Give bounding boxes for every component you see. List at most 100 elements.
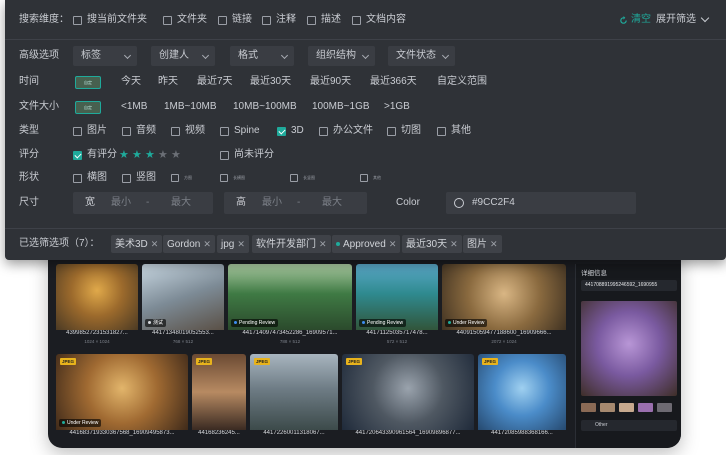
time-option[interactable]: 最近30天 (250, 72, 291, 92)
close-icon[interactable]: ✕ (203, 239, 211, 249)
file-status-dropdown[interactable]: 文件状态 (388, 46, 455, 66)
color-swatch[interactable] (619, 403, 634, 412)
type-image-checkbox[interactable]: 图片 (73, 124, 107, 138)
format-badge: JPEG (254, 358, 271, 365)
filter-chip[interactable]: 最近30天 ✕ (402, 235, 462, 253)
thumbnail-card[interactable]: 测试 44171348019052553... 768 × 512 (142, 264, 224, 346)
scope-doc-content-checkbox[interactable]: 文档内容 (352, 13, 406, 27)
shape-landscape-checkbox[interactable]: 横图 (73, 171, 107, 185)
size-option[interactable]: <1MB (121, 97, 147, 117)
thumbnail-card[interactable]: JPEG 44168236245... (192, 354, 246, 446)
unrated-checkbox[interactable]: 尚未评分 (220, 148, 274, 162)
filter-chip[interactable]: 图片 ✕ (463, 235, 502, 253)
file-name: 44172085988368166... (491, 430, 553, 436)
time-option[interactable]: 昨天 (158, 72, 178, 92)
checkbox-box (387, 126, 396, 136)
star-icon[interactable]: ★ (132, 148, 142, 162)
status-badge: Under Review (445, 319, 488, 327)
format-dropdown[interactable]: 格式 (230, 46, 294, 66)
width-max-input[interactable]: 最大 (171, 192, 191, 214)
thumbnail-card[interactable]: 43998527231531827... 1024 × 1024 (56, 264, 138, 346)
range-separator: - (297, 197, 301, 208)
clear-button[interactable]: 清空 (619, 13, 651, 27)
color-swatch[interactable] (600, 403, 615, 412)
height-max-input[interactable]: 最大 (322, 192, 342, 214)
width-range-input[interactable]: 宽 最小 - 最大 (73, 192, 213, 214)
scope-link-checkbox[interactable]: 链接 (218, 13, 252, 27)
filter-chip[interactable]: Gordon ✕ (163, 235, 215, 253)
time-option[interactable]: 自定义范围 (437, 72, 487, 92)
type-slice-checkbox[interactable]: 切图 (387, 124, 421, 138)
organization-dropdown[interactable]: 组织结构 (308, 46, 375, 66)
close-icon[interactable]: ✕ (490, 239, 498, 249)
checkbox-box (262, 15, 271, 25)
category-select[interactable]: Other (581, 420, 677, 431)
star-rating[interactable]: ★ ★ ★ ★ ★ (119, 148, 189, 162)
thumbnail-card[interactable]: Under Review 440915059477188600_16909666… (442, 264, 566, 346)
width-min-input[interactable]: 最小 (111, 192, 131, 214)
shape-other-checkbox[interactable]: 其他 (360, 171, 381, 185)
filter-chip[interactable]: jpg ✕ (217, 235, 249, 253)
scope-description-checkbox[interactable]: 描述 (307, 13, 341, 27)
thumbnail-card[interactable]: JPEG Under Review 441683719330367568_169… (56, 354, 188, 446)
status-badge: Pending Review (359, 319, 407, 327)
height-range-input[interactable]: 高 最小 - 最大 (224, 192, 367, 214)
thumbnail-image (56, 264, 138, 330)
expand-filter-button[interactable]: 展开筛选 (656, 13, 710, 27)
color-swatch[interactable] (638, 403, 653, 412)
thumbnail-card[interactable]: JPEG 44172085988368166... (478, 354, 566, 446)
size-option[interactable]: >1GB (384, 97, 410, 117)
detail-preview-image (581, 301, 677, 396)
type-office-checkbox[interactable]: 办公文件 (319, 124, 373, 138)
height-min-input[interactable]: 最小 (262, 192, 282, 214)
type-3d-checkbox[interactable]: 3D (277, 124, 304, 138)
type-video-checkbox[interactable]: 视频 (171, 124, 205, 138)
detail-title: 详细信息 (581, 270, 607, 277)
close-icon[interactable]: ✕ (389, 239, 397, 249)
creator-dropdown[interactable]: 创建人 (151, 46, 215, 66)
detail-id-field[interactable]: 441708891995246592_1690955 (581, 280, 677, 291)
thumbnail-card[interactable]: Pending Review 44171125035717478... 572 … (356, 264, 438, 346)
has-rating-checkbox[interactable]: 有评分 (73, 148, 117, 162)
star-icon[interactable]: ★ (171, 148, 181, 162)
time-option[interactable]: 最近366天 (370, 72, 417, 92)
time-option[interactable]: 今天 (121, 72, 141, 92)
filter-chip[interactable]: Approved ✕ (332, 235, 401, 253)
shape-wide-checkbox[interactable]: 长横图 (220, 171, 245, 185)
type-spine-checkbox[interactable]: Spine (220, 124, 260, 138)
thumbnail-card[interactable]: JPEG 44172260011318067... (250, 354, 338, 446)
file-name: 44168236245... (198, 430, 240, 436)
time-option[interactable]: 最近90天 (310, 72, 351, 92)
close-icon[interactable]: ✕ (450, 239, 458, 249)
shape-portrait-checkbox[interactable]: 竖图 (122, 171, 156, 185)
close-icon[interactable]: ✕ (237, 239, 245, 249)
size-option[interactable]: 1MB~10MB (164, 97, 217, 117)
scope-folder-checkbox[interactable]: 文件夹 (163, 13, 207, 27)
type-other-checkbox[interactable]: 其他 (437, 124, 471, 138)
close-icon[interactable]: ✕ (319, 239, 327, 249)
color-circle-icon (454, 198, 464, 208)
close-icon[interactable]: ✕ (151, 239, 159, 249)
custom-time-toggle[interactable]: 自定 (75, 76, 101, 89)
scope-annotation-checkbox[interactable]: 注释 (262, 13, 296, 27)
shape-tall-checkbox[interactable]: 长竖图 (290, 171, 315, 185)
star-icon[interactable]: ★ (119, 148, 129, 162)
thumbnail-card[interactable]: JPEG 441720643390961564_16909896877... (342, 354, 474, 446)
thumbnail-card[interactable]: Pending Review 441714097473452286_169095… (228, 264, 352, 346)
filter-chip[interactable]: 软件开发部门 ✕ (252, 235, 331, 253)
selected-filters-bar: 已选筛选项（7）： 美术3D ✕ Gordon ✕ jpg ✕ 软件开发部门 ✕ App… (5, 228, 726, 260)
tag-dropdown[interactable]: 标签 (73, 46, 137, 66)
size-option[interactable]: 100MB~1GB (312, 97, 370, 117)
star-icon[interactable]: ★ (145, 148, 155, 162)
color-input[interactable]: #9CC2F4 (446, 192, 636, 214)
color-swatch[interactable] (581, 403, 596, 412)
shape-square-checkbox[interactable]: 方图 (171, 171, 192, 185)
size-option[interactable]: 10MB~100MB (233, 97, 297, 117)
color-swatch[interactable] (657, 403, 672, 412)
star-icon[interactable]: ★ (158, 148, 168, 162)
scope-current-folder-checkbox[interactable]: 搜当前文件夹 (73, 13, 147, 27)
filter-chip[interactable]: 美术3D ✕ (111, 235, 163, 253)
custom-size-toggle[interactable]: 自定 (75, 101, 101, 114)
time-option[interactable]: 最近7天 (197, 72, 233, 92)
type-audio-checkbox[interactable]: 音频 (122, 124, 156, 138)
